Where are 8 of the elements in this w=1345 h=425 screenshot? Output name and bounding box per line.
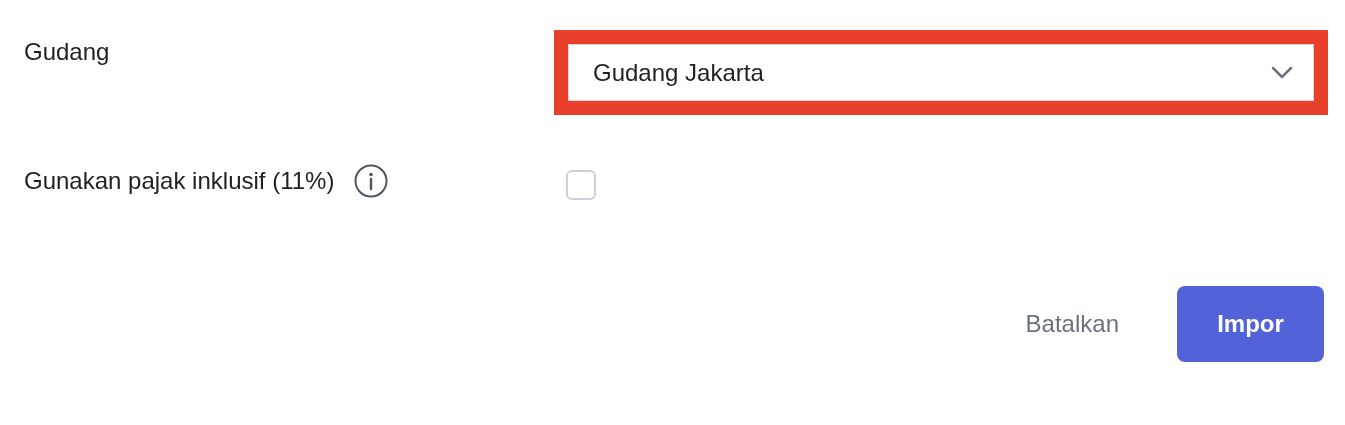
info-icon[interactable] (354, 164, 389, 198)
checkbox[interactable] (566, 170, 596, 200)
chevron-down-icon (1271, 65, 1293, 80)
field-label: Gunakan pajak inklusif (11%) (24, 167, 335, 195)
field-label: Gudang (24, 38, 110, 66)
cancel-button[interactable]: Batalkan (1025, 302, 1119, 346)
import-button[interactable]: Impor (1177, 286, 1324, 362)
warehouse-select[interactable]: Gudang Jakarta (568, 44, 1314, 101)
